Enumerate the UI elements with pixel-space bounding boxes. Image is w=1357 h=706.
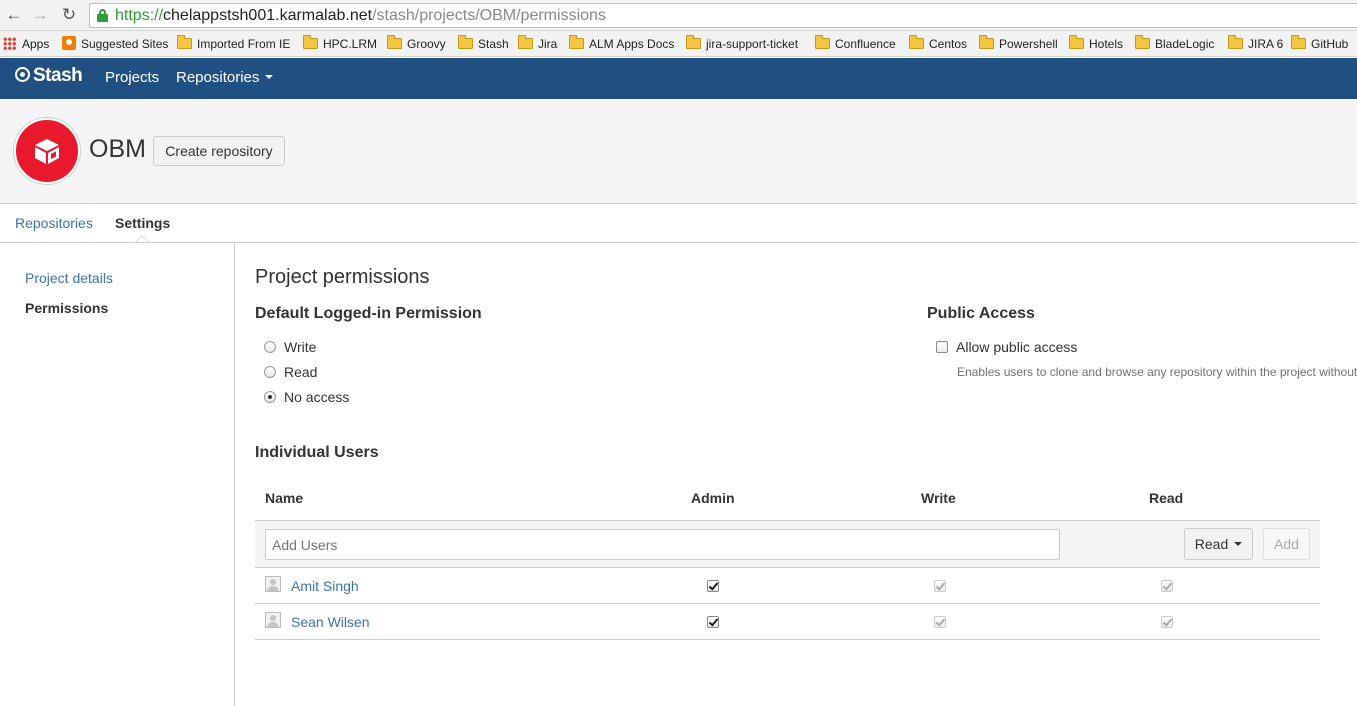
project-name: OBM [89,135,146,163]
url-field[interactable]: https://chelappstsh001.karmalab.net/stas… [89,3,1357,28]
user-name-link[interactable]: Amit Singh [291,578,359,594]
bookmark-alm-apps-docs[interactable]: ALM Apps Docs [569,35,674,53]
bookmark-confluence[interactable]: Confluence [815,35,896,53]
chevron-down-icon [1234,542,1243,546]
read-checkbox [1161,616,1173,628]
radio-write[interactable]: Write [264,339,316,355]
stash-logo-icon [15,67,30,82]
column-header-write: Write [921,490,956,506]
suggested-sites-icon [62,36,76,50]
tab-settings[interactable]: Settings [115,215,170,231]
folder-icon [1291,35,1306,49]
create-repository-button[interactable]: Create repository [153,136,285,166]
column-header-read: Read [1149,490,1184,506]
settings-sidebar: Project details Permissions [0,243,235,706]
folder-icon [909,35,924,49]
bookmark-bladelogic[interactable]: BladeLogic [1135,35,1214,53]
read-checkbox [1161,580,1173,592]
public-access-heading: Public Access [927,305,1035,322]
project-tabs: Repositories Settings [0,204,1357,243]
bookmark-centos[interactable]: Centos [909,35,967,53]
nav-repositories[interactable]: Repositories [176,69,274,86]
public-access-checkbox[interactable] [936,341,948,353]
bookmark-jira-6[interactable]: JIRA 6 [1228,35,1283,53]
stash-logo[interactable]: Stash [15,65,83,87]
chevron-down-icon [265,75,274,79]
nav-projects[interactable]: Projects [105,69,159,86]
cube-icon [35,139,59,164]
column-header-admin: Admin [691,490,735,506]
bookmark-stash[interactable]: Stash [458,35,509,53]
reload-icon[interactable]: ↻ [59,5,79,25]
default-permission-heading: Default Logged-in Permission [255,305,482,322]
column-header-name: Name [265,490,304,506]
tab-repositories[interactable]: Repositories [15,215,93,231]
project-header: OBM Create repository [0,99,1357,204]
forward-arrow-icon[interactable]: → [30,5,50,25]
radio-button[interactable] [264,341,276,353]
allow-public-access[interactable]: Allow public access [936,339,1077,355]
add-users-row: Read Add [255,520,1320,568]
folder-icon [686,35,701,49]
bookmark-jira[interactable]: Jira [518,35,557,53]
radio-no-access[interactable]: No access [264,389,349,405]
bookmarks-bar: Apps Suggested Sites Imported From IE HP… [0,31,1357,57]
folder-icon [458,35,473,49]
write-checkbox [934,580,946,592]
radio-read[interactable]: Read [264,364,317,380]
public-access-description: Enables users to clone and browse any re… [957,365,1357,379]
bookmark-suggested-sites[interactable]: Suggested Sites [62,35,168,53]
bookmark-apps[interactable]: Apps [3,35,49,53]
radio-button-selected[interactable] [264,391,276,403]
admin-checkbox[interactable] [707,580,719,592]
bookmark-hotels[interactable]: Hotels [1069,35,1123,53]
stash-header: Stash Projects Repositories [0,58,1357,99]
folder-icon [177,35,192,49]
permission-select-button[interactable]: Read [1184,528,1253,560]
bookmark-imported-from-ie[interactable]: Imported From IE [177,35,290,53]
table-row: Amit Singh [255,568,1320,604]
user-name-link[interactable]: Sean Wilsen [291,614,370,630]
lock-icon [97,9,108,22]
sidebar-item-project-details[interactable]: Project details [25,270,113,286]
bookmark-powershell[interactable]: Powershell [979,35,1058,53]
user-avatar-icon [265,576,281,592]
bookmark-github[interactable]: GitHub [1291,35,1348,53]
page-title: Project permissions [255,266,430,288]
folder-icon [815,35,830,49]
browser-address-bar: ← → ↻ https://chelappstsh001.karmalab.ne… [0,0,1357,31]
add-users-input[interactable] [265,529,1060,560]
folder-icon [518,35,533,49]
folder-icon [979,35,994,49]
bookmark-hpc-lrm[interactable]: HPC.LRM [303,35,377,53]
url-host: chelappstsh001.karmalab.net [163,7,373,24]
folder-icon [303,35,318,49]
active-tab-indicator [135,235,149,242]
write-checkbox [934,616,946,628]
individual-users-heading: Individual Users [255,444,379,461]
project-avatar[interactable] [14,118,80,184]
sidebar-item-permissions[interactable]: Permissions [25,300,108,316]
back-arrow-icon[interactable]: ← [4,5,24,25]
folder-icon [1135,35,1150,49]
folder-icon [1228,35,1243,49]
admin-checkbox[interactable] [707,616,719,628]
apps-grid-icon [3,37,16,50]
radio-button[interactable] [264,366,276,378]
table-row: Sean Wilsen [255,604,1320,640]
folder-icon [1069,35,1084,49]
folder-icon [387,35,402,49]
url-scheme: https:// [115,7,164,24]
bookmark-groovy[interactable]: Groovy [387,35,446,53]
bookmark-jira-support-ticket[interactable]: jira-support-ticket [686,35,798,53]
add-button[interactable]: Add [1263,528,1310,560]
user-avatar-icon [265,612,281,628]
url-path: /stash/projects/OBM/permissions [372,7,606,24]
folder-icon [569,35,584,49]
